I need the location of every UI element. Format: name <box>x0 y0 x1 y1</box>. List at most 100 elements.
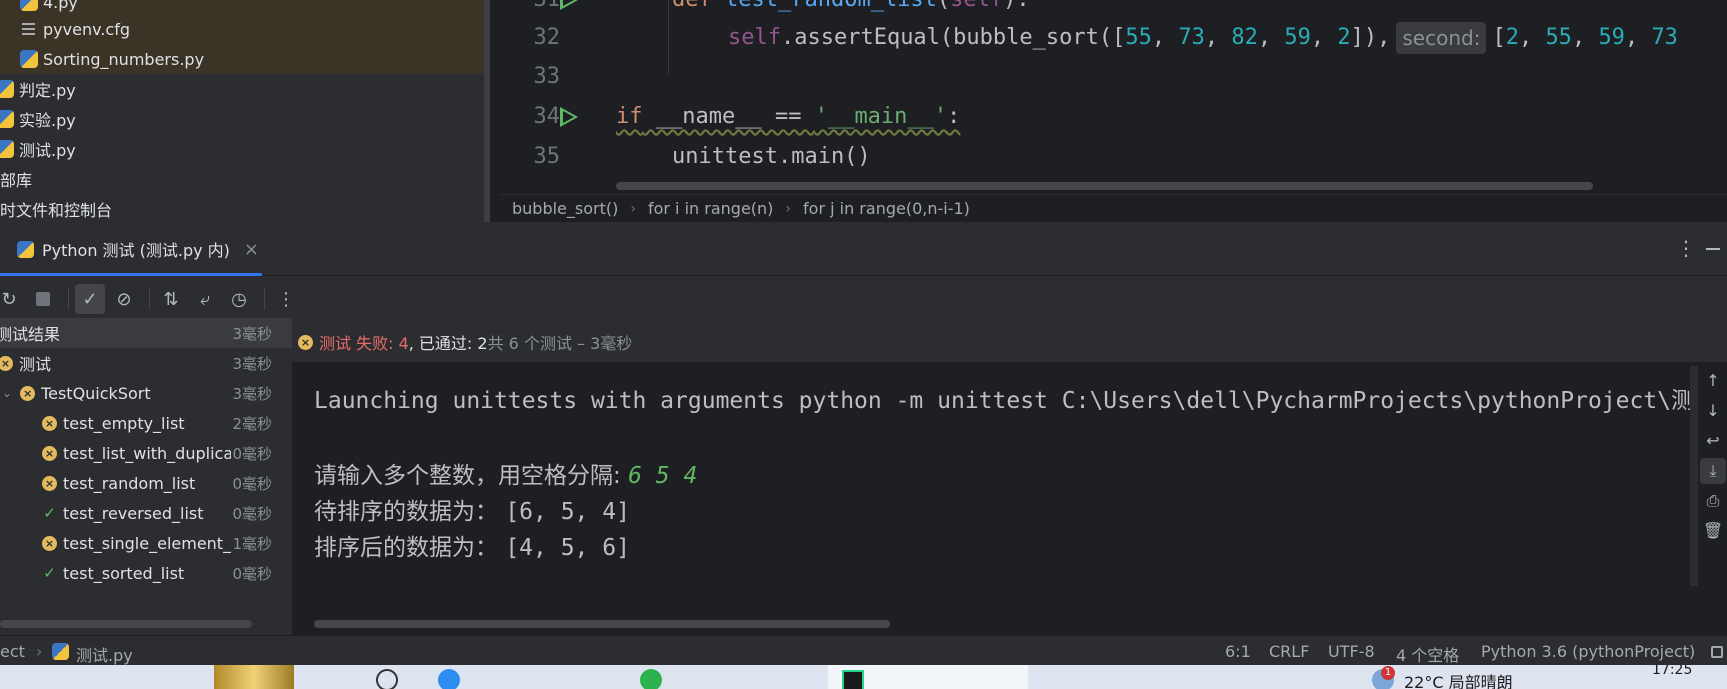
minimize-icon[interactable] <box>1706 248 1720 250</box>
test-name: test_reversed_list <box>63 503 204 523</box>
soft-wrap-icon[interactable]: ↩ <box>1700 428 1726 454</box>
stop-icon[interactable] <box>28 284 58 314</box>
code-token: 55 <box>1125 25 1152 50</box>
chevron-right-icon: › <box>630 200 636 217</box>
breadcrumb-item[interactable]: for i in range(n) <box>648 199 773 218</box>
browser-icon[interactable] <box>438 669 460 689</box>
test-name: test_random_list <box>63 473 196 493</box>
run-test-icon[interactable] <box>560 0 578 10</box>
app-icon[interactable] <box>376 669 398 689</box>
arrow-down-icon[interactable]: ↓ <box>1700 398 1726 424</box>
test-results-root[interactable]: 测试结果 3毫秒 <box>0 318 292 348</box>
code-token: , <box>1257 25 1285 50</box>
console-horizontal-scrollbar[interactable] <box>314 620 890 628</box>
test-time: 0毫秒 <box>232 474 272 493</box>
tree-item-scratches[interactable]: 临时文件和控制台 <box>0 194 112 222</box>
import-tests-icon[interactable]: ⤶ <box>190 284 220 314</box>
test-suite-row[interactable]: × 测试 3毫秒 <box>0 348 292 378</box>
breadcrumb-item[interactable]: bubble_sort() <box>512 199 618 218</box>
code-token: .assertEqual(bubble_sort([ <box>780 25 1126 50</box>
tree-item-label: pyvenv.cfg <box>43 19 130 39</box>
status-project[interactable]: ect <box>0 642 25 661</box>
test-summary: × 测试 失败: 4 , 已通过: 2 共 6 个测试 – 3毫秒 <box>292 322 1727 362</box>
sort-alphabetically-icon[interactable]: ⇅ <box>156 284 186 314</box>
test-row[interactable]: × test_single_element_li 1毫秒 <box>0 528 292 558</box>
code-line-35: unittest.main() <box>672 144 871 169</box>
tree-item-label: 临时文件和控制台 <box>0 201 113 220</box>
status-caret-position[interactable]: 6:1 <box>1225 642 1251 661</box>
test-row[interactable]: × test_list_with_duplica 0毫秒 <box>0 438 292 468</box>
test-name: test_sorted_list <box>63 563 185 583</box>
test-row[interactable]: ✓ test_reversed_list 0毫秒 <box>0 498 292 528</box>
editor-horizontal-scrollbar[interactable] <box>616 182 1593 190</box>
trash-icon[interactable]: 🗑 <box>1700 518 1726 544</box>
close-icon[interactable]: × <box>244 239 259 260</box>
console-output[interactable]: × 测试 失败: 4 , 已通过: 2 共 6 个测试 – 3毫秒 Launch… <box>292 322 1727 635</box>
code-editor[interactable]: 31 def test_random_list(self): 32 self.a… <box>500 0 1727 194</box>
tree-item-pyvenv-cfg[interactable]: pyvenv.cfg <box>20 14 130 44</box>
print-icon[interactable]: ⎙ <box>1700 488 1726 514</box>
toolbar-divider <box>68 288 69 310</box>
tree-item-panding[interactable]: 判定.py <box>0 74 76 104</box>
python-file-icon <box>0 80 14 98</box>
status-indent[interactable]: 4 个空格 <box>1396 642 1459 666</box>
results-horizontal-scrollbar[interactable] <box>0 620 252 628</box>
console-vertical-scrollbar[interactable] <box>1690 366 1698 586</box>
test-time: 3毫秒 <box>232 354 272 373</box>
more-options-icon[interactable]: ⋮ <box>1676 236 1696 260</box>
scroll-to-end-icon[interactable]: ⤓ <box>1700 458 1726 484</box>
test-row[interactable]: × test_random_list 0毫秒 <box>0 468 292 498</box>
tab-label: Python 测试 (测试.py 内) <box>42 241 230 260</box>
panel-divider[interactable] <box>490 0 500 222</box>
code-token: ( <box>937 0 950 12</box>
test-class-row[interactable]: ⌄ × TestQuickSort 3毫秒 <box>0 378 292 408</box>
test-name: test_empty_list <box>63 413 185 433</box>
test-results-tree: 测试结果 3毫秒 × 测试 3毫秒 ⌄ × TestQuickSort 3毫秒 … <box>0 318 292 635</box>
console-value: [6, 5, 4] <box>505 499 630 525</box>
status-file[interactable]: 测试.py <box>76 642 133 666</box>
code-token: , <box>1624 25 1652 50</box>
clock-time[interactable]: 17:25 <box>1652 665 1692 678</box>
tree-item-shiyan[interactable]: 实验.py <box>0 104 76 134</box>
console-value: [4, 5, 6] <box>505 535 630 561</box>
more-options-icon[interactable]: ⋮ <box>271 284 301 314</box>
chevron-down-icon[interactable]: ⌄ <box>2 386 12 400</box>
test-name: test_list_with_duplica <box>63 443 231 463</box>
check-icon: ✓ <box>43 504 56 522</box>
status-line-separator[interactable]: CRLF <box>1269 642 1309 661</box>
tree-item-external-libraries[interactable]: 外部库 <box>0 164 32 194</box>
warning-icon: × <box>0 355 13 371</box>
console-launch-line: Launching unittests with arguments pytho… <box>314 388 1695 414</box>
show-passed-icon[interactable]: ✓ <box>75 284 105 314</box>
code-token: test_random_list <box>725 0 937 12</box>
show-ignored-icon[interactable]: ⊘ <box>109 284 139 314</box>
test-history-icon[interactable]: ◷ <box>224 284 254 314</box>
wechat-icon[interactable] <box>640 669 662 689</box>
test-row[interactable]: ✓ test_sorted_list 0毫秒 <box>0 558 292 588</box>
weather-text[interactable]: 22°C 局部晴朗 <box>1404 669 1513 689</box>
tab-python-tests[interactable]: Python 测试 (测试.py 内) × <box>0 222 262 276</box>
test-row[interactable]: × test_empty_list 2毫秒 <box>0 408 292 438</box>
test-time: 0毫秒 <box>232 564 272 583</box>
python-file-icon <box>20 0 38 11</box>
tree-item-ceshi[interactable]: 测试.py <box>0 134 76 164</box>
test-time: 1毫秒 <box>232 534 272 553</box>
lock-icon[interactable] <box>1711 646 1723 658</box>
code-token: self <box>950 0 1003 12</box>
check-icon: ✓ <box>43 564 56 582</box>
arrow-up-icon[interactable]: ↑ <box>1700 368 1726 394</box>
python-test-icon <box>17 240 34 258</box>
status-interpreter[interactable]: Python 3.6 (pythonProject) <box>1481 642 1695 661</box>
test-name: 测试结果 <box>0 325 61 344</box>
code-token: == <box>774 104 815 129</box>
run-main-icon[interactable] <box>560 107 578 127</box>
status-encoding[interactable]: UTF-8 <box>1328 642 1375 661</box>
taskbar-app-pycharm[interactable] <box>828 665 1028 689</box>
breadcrumb-item[interactable]: for j in range(0,n-i-1) <box>803 199 970 218</box>
rerun-failed-icon[interactable]: ↻ <box>0 284 24 314</box>
code-token: ]), <box>1350 25 1391 50</box>
widget-thumbnail[interactable] <box>214 665 294 689</box>
code-token: self <box>728 25 781 50</box>
run-panel: Python 测试 (测试.py 内) × ⋮ ↻ ✓ ⊘ ⇅ ⤶ ◷ ⋮ 测试… <box>0 222 1727 635</box>
tree-item-sorting-numbers[interactable]: Sorting_numbers.py <box>20 44 204 74</box>
